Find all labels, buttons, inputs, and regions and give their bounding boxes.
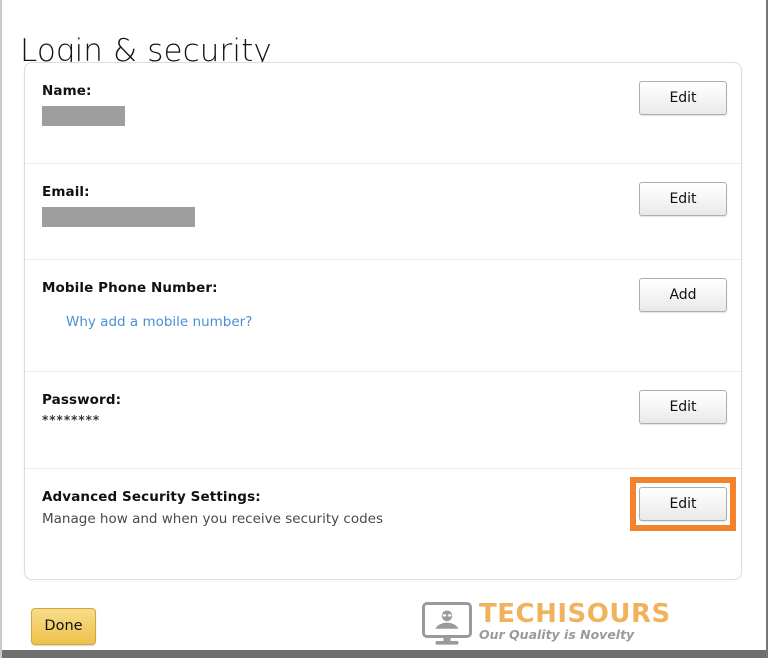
techisours-watermark: TECHISOURS Our Quality is Novelty (422, 600, 670, 648)
techisours-wordmark: TECHISOURS Our Quality is Novelty (479, 600, 671, 643)
row-advanced-security-settings: Advanced Security Settings: Manage how a… (25, 468, 741, 579)
page-bottom-bar (2, 650, 766, 658)
row-mobile-phone: Mobile Phone Number: Why add a mobile nu… (25, 259, 741, 371)
email-action-wrap: Edit (639, 182, 727, 216)
name-action-wrap: Edit (639, 81, 727, 115)
mobile-action-wrap: Add (639, 278, 727, 312)
row-name: Name: Edit (25, 63, 741, 163)
add-mobile-number-button[interactable]: Add (639, 278, 727, 312)
edit-advanced-security-button[interactable]: Edit (639, 487, 727, 521)
password-masked-value: ******** (42, 413, 101, 427)
page-root: Login & security Name: Edit Email: Edit (0, 0, 768, 658)
advanced-security-description: Manage how and when you receive security… (42, 511, 384, 527)
row-email: Email: Edit (25, 163, 741, 259)
edit-email-button[interactable]: Edit (639, 182, 727, 216)
techisours-tagline: Our Quality is Novelty (479, 627, 635, 642)
email-value-redacted (42, 207, 195, 227)
name-label: Name: (42, 83, 92, 99)
done-button[interactable]: Done (31, 608, 96, 645)
why-add-mobile-number-link[interactable]: Why add a mobile number? (66, 313, 252, 331)
techisours-name: TECHISOURS (479, 599, 671, 629)
email-label: Email: (42, 184, 90, 200)
mobile-phone-label: Mobile Phone Number: (42, 280, 218, 296)
monitor-person-icon (422, 602, 472, 646)
advanced-security-action-wrap: Edit (639, 487, 727, 521)
edit-name-button[interactable]: Edit (639, 81, 727, 115)
name-value-redacted (42, 106, 125, 126)
password-action-wrap: Edit (639, 390, 727, 424)
password-label: Password: (42, 392, 122, 408)
row-password: Password: ******** Edit (25, 371, 741, 468)
advanced-security-label: Advanced Security Settings: (42, 489, 261, 505)
login-security-card: Name: Edit Email: Edit Mobile Phone Numb… (24, 62, 742, 580)
edit-password-button[interactable]: Edit (639, 390, 727, 424)
